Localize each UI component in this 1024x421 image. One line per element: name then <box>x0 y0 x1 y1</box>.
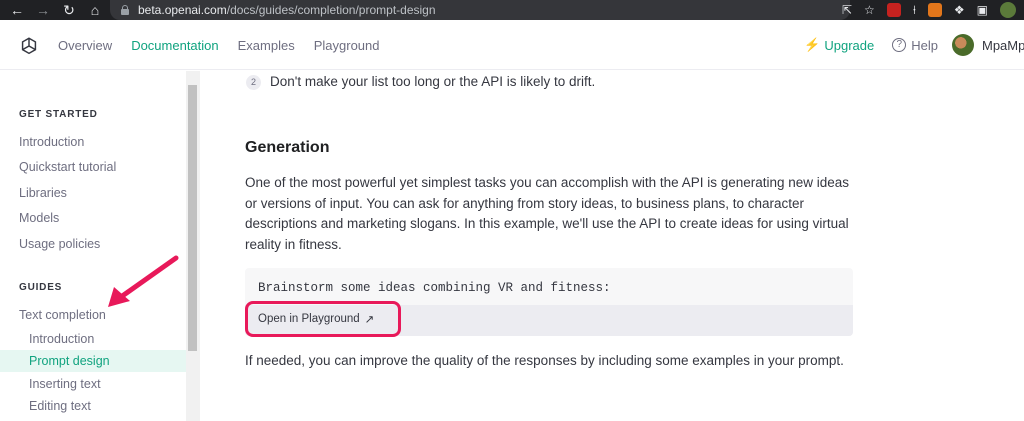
nav-examples[interactable]: Examples <box>238 38 295 53</box>
sidebar-item-quickstart[interactable]: Quickstart tutorial <box>19 160 116 174</box>
main-content: 2 Don't make your list too long or the A… <box>201 71 1024 421</box>
nav-documentation[interactable]: Documentation <box>131 38 218 53</box>
sidebar-item-prompt-design[interactable]: Prompt design <box>29 354 110 368</box>
openai-logo-icon[interactable] <box>18 35 40 57</box>
nav-overview[interactable]: Overview <box>58 38 112 53</box>
url-host: beta.openai.com <box>138 3 227 17</box>
upgrade-label: Upgrade <box>824 37 875 53</box>
sidepanel-icon[interactable]: ▣ <box>977 3 988 17</box>
avatar[interactable] <box>952 34 974 56</box>
sidebar-item-libraries[interactable]: Libraries <box>19 186 67 200</box>
sidebar: GET STARTED Introduction Quickstart tuto… <box>0 71 200 421</box>
sidebar-section-guides: GUIDES <box>19 282 63 293</box>
sidebar-section-get-started: GET STARTED <box>19 109 98 120</box>
extension-metamask-icon[interactable] <box>927 3 942 17</box>
sidebar-item-text-completion[interactable]: Text completion <box>19 308 106 322</box>
lock-icon <box>120 5 130 15</box>
code-text: Brainstorm some ideas combining VR and f… <box>258 281 611 295</box>
reload-icon[interactable]: ↻ <box>56 0 82 20</box>
section-heading: Generation <box>245 139 330 156</box>
address-bar[interactable]: beta.openai.com/docs/guides/completion/p… <box>110 0 850 20</box>
extension-cursor-icon[interactable]: ⍿ <box>913 3 916 18</box>
annotation-highlight-box <box>245 301 401 337</box>
extensions-puzzle-icon[interactable]: ❖ <box>954 3 965 17</box>
question-icon: ? <box>892 38 907 52</box>
back-icon[interactable]: ← <box>4 0 30 20</box>
sidebar-item-introduction-sub[interactable]: Introduction <box>29 332 94 346</box>
forward-icon[interactable]: → <box>30 0 56 20</box>
profile-avatar[interactable] <box>1000 2 1016 18</box>
followup-paragraph: If needed, you can improve the quality o… <box>245 353 844 368</box>
help-button[interactable]: ? Help <box>892 38 938 53</box>
lightning-icon: ⚡ <box>804 37 821 52</box>
section-paragraph: One of the most powerful yet simplest ta… <box>245 175 850 252</box>
share-icon[interactable]: ⇱ <box>842 3 852 17</box>
extension-adblock-icon[interactable] <box>886 3 901 17</box>
nav-playground[interactable]: Playground <box>314 38 380 53</box>
home-icon[interactable]: ⌂ <box>82 0 108 20</box>
username[interactable]: MpaMpe <box>982 38 1024 53</box>
browser-toolbar: ← → ↻ ⌂ beta.openai.com/docs/guides/comp… <box>0 0 1024 20</box>
sidebar-item-introduction[interactable]: Introduction <box>19 135 84 149</box>
url-path: /docs/guides/completion/prompt-design <box>226 3 436 17</box>
help-label: Help <box>911 37 938 53</box>
sidebar-item-inserting-text[interactable]: Inserting text <box>29 377 101 391</box>
list-number-badge: 2 <box>246 75 261 90</box>
star-icon[interactable]: ☆ <box>864 3 875 17</box>
sidebar-item-models[interactable]: Models <box>19 211 59 225</box>
top-navigation: Overview Documentation Examples Playgrou… <box>0 20 1024 70</box>
annotation-arrow-icon <box>108 255 179 307</box>
sidebar-item-usage-policies[interactable]: Usage policies <box>19 237 100 251</box>
upgrade-button[interactable]: ⚡ Upgrade <box>804 37 874 53</box>
sidebar-item-editing-text[interactable]: Editing text <box>29 399 91 413</box>
list-item-text: Don't make your list too long or the API… <box>270 74 596 89</box>
